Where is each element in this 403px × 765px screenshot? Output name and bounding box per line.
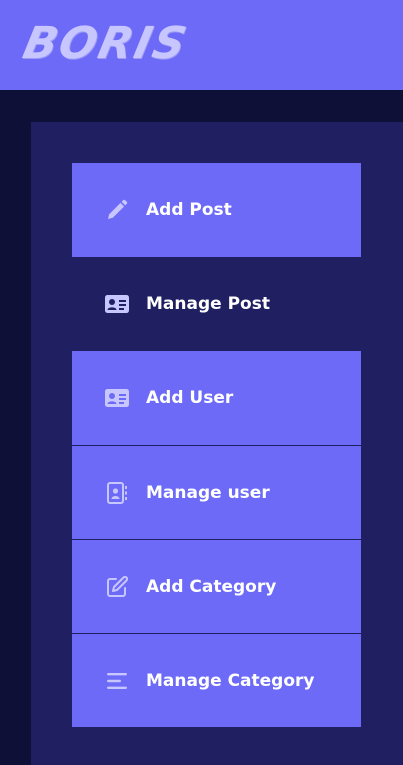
pencil-icon bbox=[104, 197, 130, 223]
sidebar-item-label: Add Category bbox=[146, 576, 277, 597]
brand-logo[interactable]: BORIS bbox=[18, 14, 194, 74]
sidebar-item-add-post[interactable]: Add Post bbox=[72, 163, 361, 257]
sidebar-item-label: Manage user bbox=[146, 482, 270, 503]
sidebar-item-label: Manage Category bbox=[146, 670, 315, 691]
sidebar-item-label: Add User bbox=[146, 388, 234, 408]
sidebar-item-add-category[interactable]: Add Category bbox=[72, 539, 361, 633]
id-card-icon bbox=[104, 291, 130, 317]
sidebar-item-label: Add Post bbox=[146, 200, 232, 220]
sidebar-item-manage-post[interactable]: Manage Post bbox=[72, 257, 361, 351]
edit-square-icon bbox=[104, 574, 130, 600]
sidebar-menu: Add Post Manage Post Add User Manage use… bbox=[72, 163, 361, 727]
sidebar-item-manage-user[interactable]: Manage user bbox=[72, 445, 361, 539]
id-card-icon bbox=[104, 385, 130, 411]
address-book-icon bbox=[104, 480, 130, 506]
sidebar-item-manage-category[interactable]: Manage Category bbox=[72, 633, 361, 727]
sidebar-item-add-user[interactable]: Add User bbox=[72, 351, 361, 445]
menu-lines-icon bbox=[104, 668, 130, 694]
sidebar-item-label: Manage Post bbox=[146, 294, 270, 314]
top-header-bar: BORIS bbox=[0, 0, 403, 90]
